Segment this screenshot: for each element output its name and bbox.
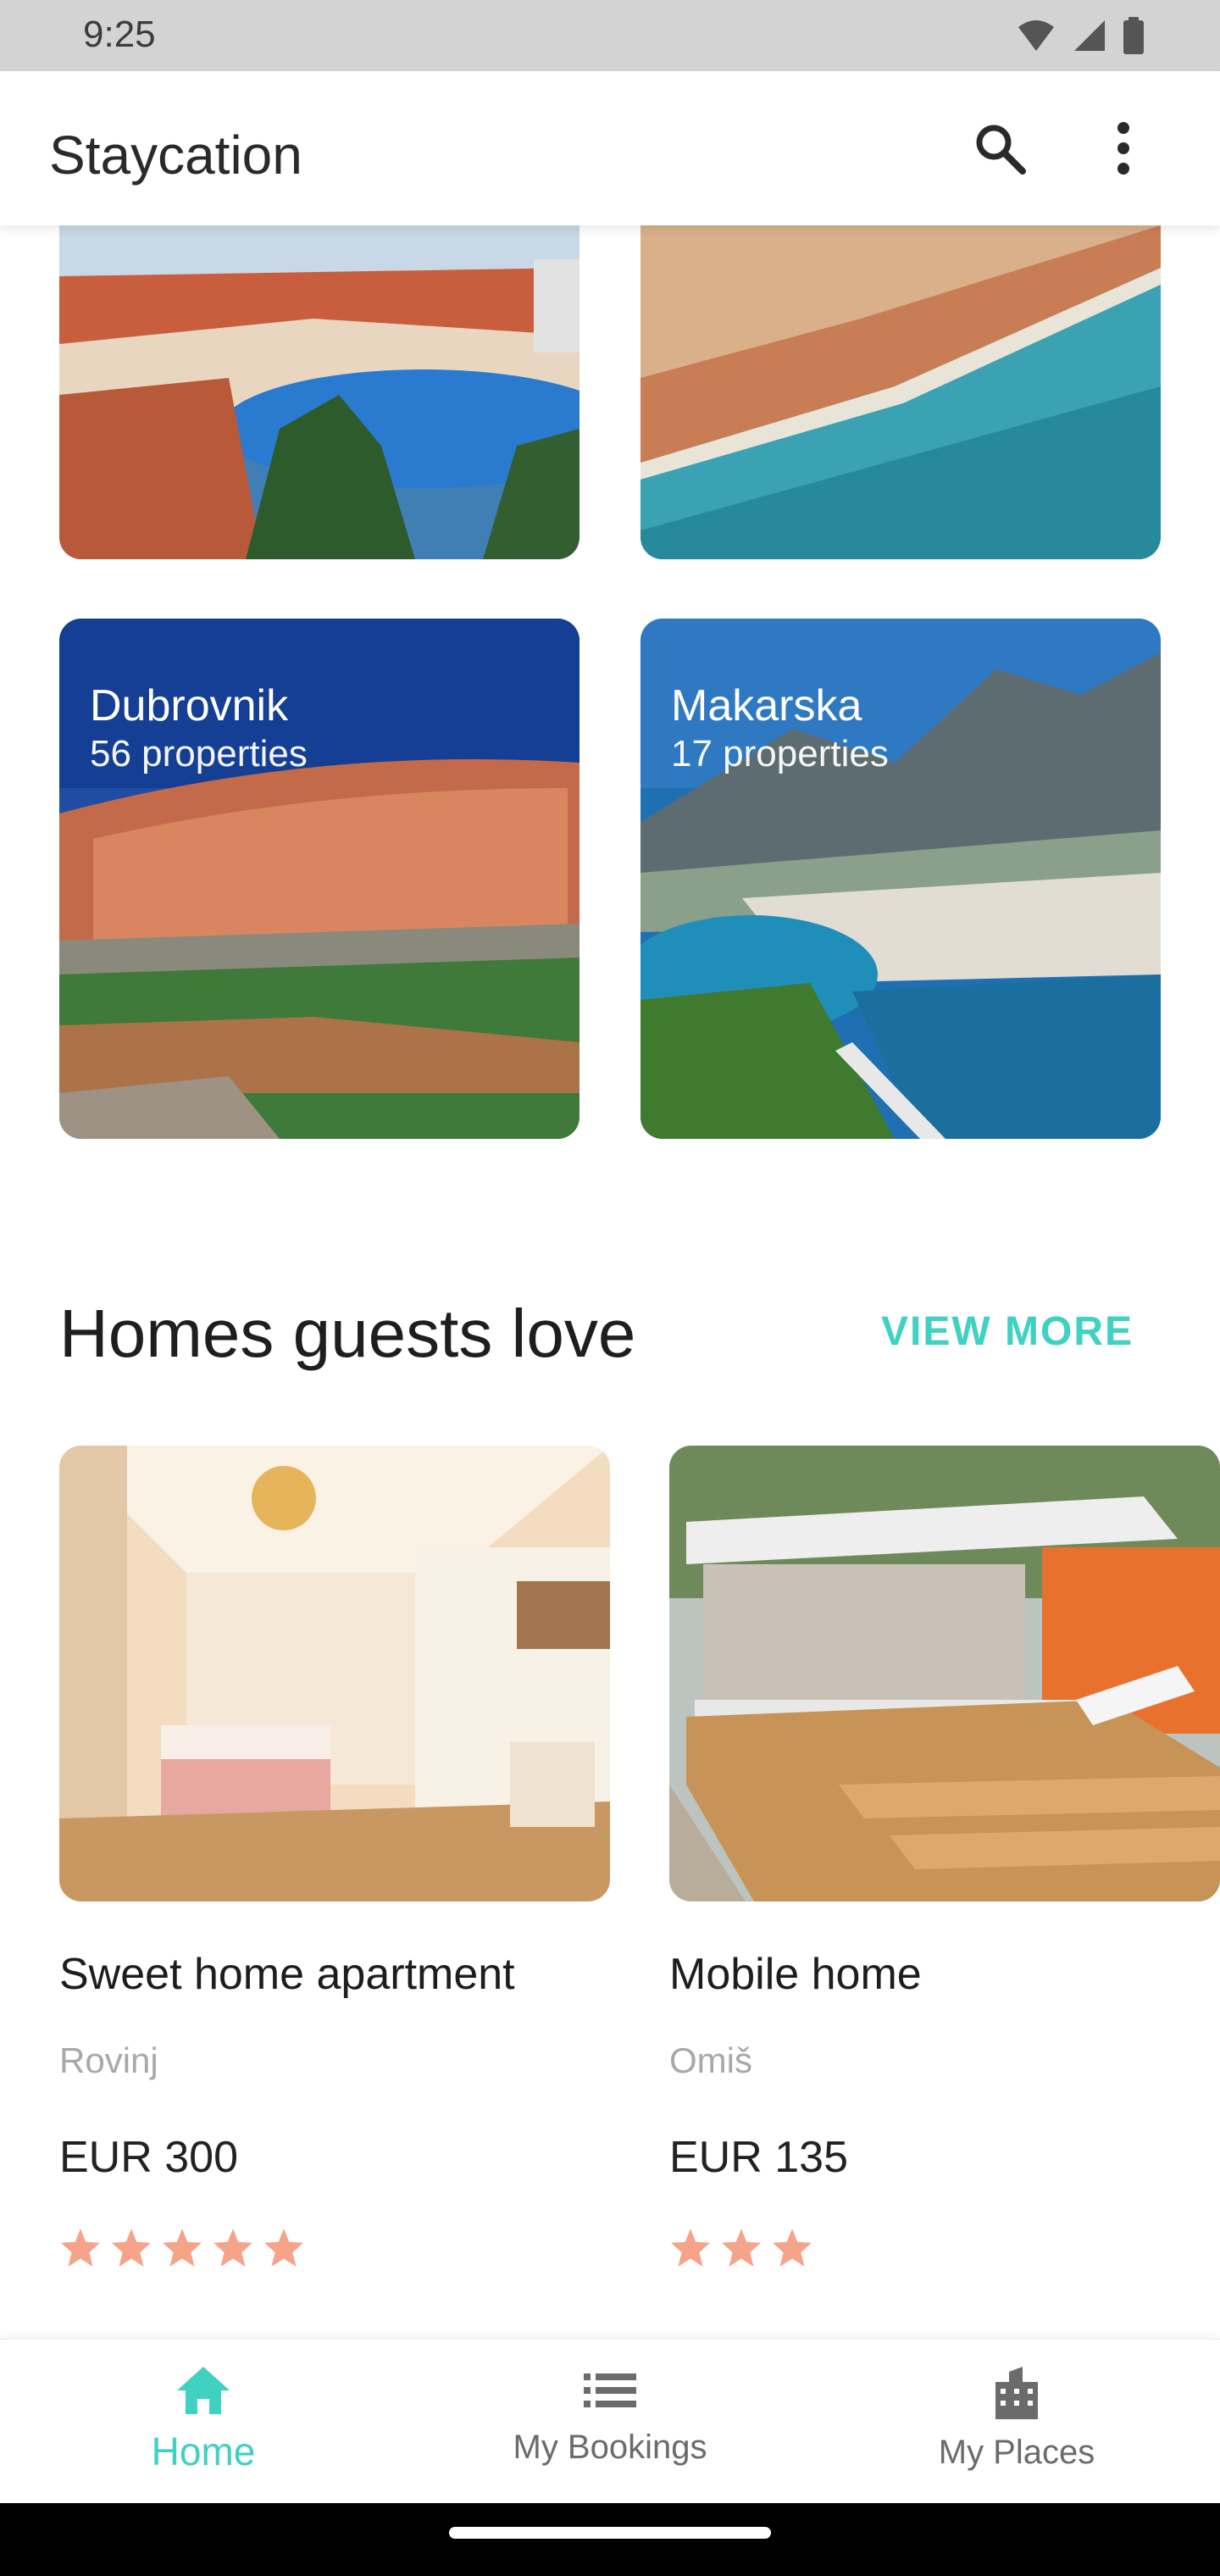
more-options-button[interactable] bbox=[1093, 118, 1154, 179]
destination-count: 56 properties bbox=[90, 732, 308, 774]
star-icon bbox=[112, 2229, 151, 2267]
view-more-button[interactable]: VIEW MORE bbox=[881, 1308, 1134, 1355]
search-icon bbox=[976, 125, 1026, 175]
star-icon bbox=[722, 2229, 761, 2267]
nav-label: My Places bbox=[938, 2434, 1095, 2471]
bedroom-photo bbox=[59, 1446, 610, 1901]
building-icon bbox=[995, 2367, 1038, 2419]
status-bar: 9:25 bbox=[0, 0, 1220, 71]
rating-stars bbox=[669, 2227, 1220, 2268]
bottom-navigation: Home My Bookings My Places bbox=[0, 2339, 1220, 2503]
home-card[interactable]: Sweet home apartment Rovinj EUR 300 bbox=[59, 1446, 610, 2268]
star-icon bbox=[671, 2229, 710, 2267]
destination-card-zadar[interactable] bbox=[640, 225, 1161, 559]
section-title: Homes guests love bbox=[59, 1296, 636, 1371]
home-indicator[interactable] bbox=[449, 2527, 771, 2539]
home-photo bbox=[669, 1446, 1220, 1901]
signal-icon bbox=[1074, 20, 1105, 51]
destination-name: Dubrovnik bbox=[90, 681, 289, 730]
more-vert-icon bbox=[1117, 122, 1129, 175]
zadar-photo bbox=[640, 225, 1161, 559]
nav-label: My Bookings bbox=[513, 2429, 707, 2466]
destination-count: 17 properties bbox=[671, 732, 889, 774]
search-button[interactable] bbox=[969, 118, 1030, 179]
star-icon bbox=[264, 2229, 303, 2267]
home-price: EUR 300 bbox=[59, 2133, 238, 2182]
mobile-home-photo bbox=[669, 1446, 1220, 1901]
list-icon bbox=[584, 2373, 636, 2407]
nav-item-my-places[interactable]: My Places bbox=[890, 2365, 1144, 2472]
home-title: Mobile home bbox=[669, 1950, 922, 1999]
home-price: EUR 135 bbox=[669, 2133, 848, 2182]
system-navigation-bar bbox=[0, 2503, 1220, 2576]
star-icon bbox=[773, 2229, 812, 2267]
destination-label: Dubrovnik 56 properties bbox=[90, 681, 308, 777]
main-content[interactable]: Dubrovnik 56 properties Makarska 17 prop… bbox=[0, 225, 1220, 2338]
home-photo bbox=[59, 1446, 610, 1901]
wifi-icon bbox=[1018, 20, 1054, 51]
destination-card-makarska[interactable]: Makarska 17 properties bbox=[640, 619, 1161, 1139]
destination-label: Makarska 17 properties bbox=[671, 681, 889, 777]
split-photo bbox=[59, 225, 580, 559]
home-city: Rovinj bbox=[59, 2040, 158, 2080]
star-icon bbox=[163, 2229, 202, 2267]
rating-stars bbox=[59, 2227, 610, 2268]
home-title: Sweet home apartment bbox=[59, 1950, 515, 1999]
nav-label: Home bbox=[151, 2429, 256, 2473]
star-icon bbox=[61, 2229, 100, 2267]
app-title: Staycation bbox=[49, 125, 302, 186]
destination-card-dubrovnik[interactable]: Dubrovnik 56 properties bbox=[59, 619, 580, 1139]
home-icon bbox=[177, 2367, 230, 2414]
star-icon bbox=[214, 2229, 252, 2267]
destination-name: Makarska bbox=[671, 681, 862, 730]
home-city: Omiš bbox=[669, 2040, 752, 2080]
app-bar: Staycation bbox=[0, 71, 1220, 225]
destination-card-split[interactable] bbox=[59, 225, 580, 559]
battery-icon bbox=[1123, 17, 1144, 54]
nav-item-home[interactable]: Home bbox=[76, 2365, 330, 2474]
nav-item-my-bookings[interactable]: My Bookings bbox=[483, 2365, 737, 2467]
home-card[interactable]: Mobile home Omiš EUR 135 bbox=[669, 1446, 1220, 2268]
status-time: 9:25 bbox=[83, 14, 156, 55]
status-icons bbox=[1017, 17, 1144, 54]
